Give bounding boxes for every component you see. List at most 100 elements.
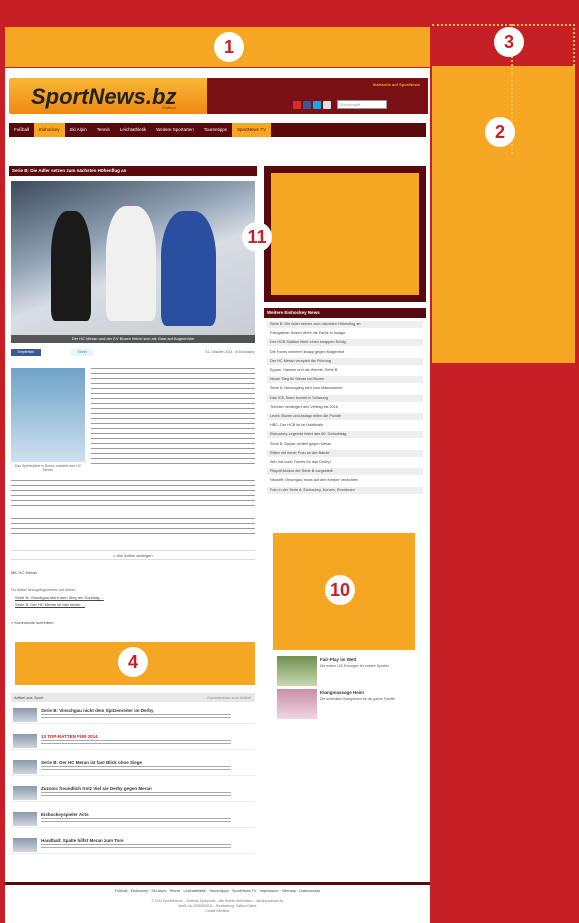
related-snippet bbox=[41, 844, 231, 849]
article-title-bar: Serie B: Die Adler setzen zum nächsten H… bbox=[9, 166, 257, 176]
share-row: Empfehlen Tweet 31. Oktober 2014 · Ill E… bbox=[11, 349, 255, 357]
news-ticker-item[interactable]: Das ICE-Team kommt in Schwung bbox=[267, 394, 423, 402]
twitter-icon[interactable] bbox=[313, 101, 321, 109]
related-title[interactable]: Eishockeyspieler Acts bbox=[41, 812, 89, 817]
facebook-like-button[interactable]: Empfehlen bbox=[11, 349, 41, 356]
startseite-link[interactable]: Startseite auf SportNews bbox=[373, 82, 420, 87]
related-title[interactable]: Zuzonic freundlich trotz Viel sie Derby … bbox=[41, 786, 152, 791]
related-article-item[interactable]: Eishockeyspieler Acts bbox=[11, 810, 255, 828]
related-link-2[interactable]: Serie B: Der HC Meran ist fast sicher ..… bbox=[15, 602, 85, 607]
nav-item-sportnews-tv[interactable]: SportNews TV bbox=[232, 123, 271, 137]
article-body-text-3 bbox=[11, 518, 255, 538]
footer-navigation[interactable]: Fußball · Eishockey · Ski Alpin · Tennis… bbox=[5, 889, 430, 893]
article-date: 31. Oktober 2014 · Ill Eishockey bbox=[205, 350, 255, 354]
related-thumb bbox=[13, 760, 37, 774]
related-link-1[interactable]: Serie B: Vinschgau steht dem Sieg am Son… bbox=[15, 595, 104, 600]
sidebar-rectangle-ad-zone bbox=[271, 173, 419, 295]
site-logo[interactable]: SportNews.bz bbox=[31, 84, 176, 110]
marker-11: 11 bbox=[242, 222, 272, 252]
nav-item-eishockey[interactable]: Eishockey bbox=[34, 123, 65, 137]
nav-item-ski-alpin[interactable]: Ski Alpin bbox=[65, 123, 92, 137]
related-article-item[interactable]: Zuzonic freundlich trotz Viel sie Derby … bbox=[11, 784, 255, 802]
related-snippet bbox=[41, 766, 231, 771]
search-input[interactable]: Suchbegriff... bbox=[337, 100, 387, 109]
mail-icon[interactable] bbox=[323, 101, 331, 109]
related-snippet bbox=[41, 714, 231, 719]
related-title[interactable]: Serie B: Der HC Meran ist fast Blick ohn… bbox=[41, 760, 142, 765]
nav-item-fussball[interactable]: Fußball bbox=[9, 123, 34, 137]
referee-figure bbox=[51, 211, 91, 321]
social-icons bbox=[293, 101, 331, 109]
marker-10: 10 bbox=[325, 575, 355, 605]
sidebar-news-title[interactable]: Fair-Play im Wett bbox=[320, 657, 356, 662]
news-ticker-item[interactable]: Leoni: Bozen und Asiago teilen die Punkt… bbox=[267, 413, 423, 420]
nav-item-weitere-sportarten[interactable]: Weitere Sportarten bbox=[151, 123, 199, 137]
nav-item-leichtathletik[interactable]: Leichtathletik bbox=[115, 123, 151, 137]
news-ticker-item[interactable]: Wer hat noch Tickets für das Derby? bbox=[267, 459, 423, 466]
right-skyscraper-ad-zone bbox=[432, 66, 575, 363]
more-articles-link[interactable]: » Alle Artikel anzeigen bbox=[11, 550, 255, 560]
sidebar-news-item[interactable]: Fair-Play im Wett Die ersten 100 Ehrunge… bbox=[277, 656, 419, 688]
tweet-button[interactable]: Tweet bbox=[71, 349, 93, 356]
news-ticker-item[interactable]: Der HC Meran verspielt die Führung bbox=[267, 357, 423, 365]
marker-3: 3 bbox=[494, 27, 524, 57]
related-article-item[interactable]: Handball: Spalte hilfst Meran zum Tore bbox=[11, 836, 255, 854]
related-articles-bar: Artikel aus Sport Kommentare zum Artikel bbox=[11, 693, 255, 702]
related-snippet bbox=[41, 818, 231, 823]
news-ticker-item[interactable]: Neustift: Vinschgau muss auf den Keeper … bbox=[267, 477, 423, 484]
nav-item-tourentipps[interactable]: Tourentipps bbox=[199, 123, 232, 137]
news-ticker-item[interactable]: Der HCB Südtirol feiert einen knappen Er… bbox=[267, 339, 423, 347]
sidebar-news-thumb bbox=[277, 689, 317, 719]
comments-link[interactable]: » Kommentar schreiben bbox=[11, 620, 53, 625]
news-ticker-item[interactable]: Serie B: Eppan verliert gegen Meran bbox=[267, 441, 423, 448]
news-ticker-item[interactable]: Foto in der Serie A: Eishockey, Kurven, … bbox=[267, 486, 423, 494]
news-ticker-item[interactable]: Eishockey-Legende feiert den 60. Geburts… bbox=[267, 431, 423, 439]
news-ticker-item[interactable]: Ritten mit neuer Frau an der Bande bbox=[267, 449, 423, 457]
logo-block[interactable]: SportNews.bz Südtirol bbox=[9, 78, 207, 114]
marker-2: 2 bbox=[485, 117, 515, 147]
related-snippet bbox=[41, 792, 231, 797]
sidebar-news-thumb bbox=[277, 656, 317, 686]
player-white-figure bbox=[106, 206, 156, 321]
header-right-panel: Startseite auf SportNews Suchbegriff... bbox=[207, 78, 428, 114]
related-articles-right[interactable]: Kommentare zum Artikel bbox=[207, 693, 251, 702]
related-title[interactable]: Handball: Spalte hilfst Meran zum Tore bbox=[41, 838, 124, 843]
news-ticker-item[interactable]: Playoff-Modus der Serie B vorgestellt bbox=[267, 468, 423, 476]
site-page: SportNews.bz Südtirol Startseite auf Spo… bbox=[5, 68, 430, 923]
footer-copyright: © 2014 SportNews.bz – Südtirols Sportpor… bbox=[5, 899, 430, 914]
related-thumb bbox=[13, 812, 37, 826]
article-body-text-2 bbox=[11, 480, 255, 508]
news-ticker-item[interactable]: Neuer Sieg für Meran bei Bozen bbox=[267, 376, 423, 384]
related-article-item[interactable]: 13 TOP-RATTEN FÜR 2014 bbox=[11, 732, 255, 750]
news-ticker-item[interactable]: Eppan, Hannes und die Wende: Serie B bbox=[267, 367, 423, 374]
site-footer: Fußball · Eishockey · Ski Alpin · Tennis… bbox=[5, 882, 430, 923]
facebook-icon[interactable] bbox=[303, 101, 311, 109]
player-blue-figure bbox=[161, 211, 216, 326]
related-article-item[interactable]: Serie B: Vinschgau nicht dem Spitzenreit… bbox=[11, 706, 255, 724]
news-ticker-item[interactable]: Die Foxes verlieren knapp gegen Klagenfu… bbox=[267, 349, 423, 356]
news-ticker-item[interactable]: Torhüter verlängert den Vertrag bis 2016 bbox=[267, 404, 423, 411]
news-ticker-item[interactable]: HBC: Der HCB ist im Halbfinale bbox=[267, 422, 423, 429]
news-ticker-item[interactable]: Fotogalerie: Bozen dreht die Partie in A… bbox=[267, 330, 423, 337]
footer-copy-line-3[interactable]: Cookie-Richtlinie bbox=[5, 909, 430, 914]
marker-1: 1 bbox=[214, 32, 244, 62]
news-ticker-item[interactable]: Serie A: Neuzugang wird zum Matchwinner bbox=[267, 385, 423, 392]
sidebar-rectangle-ad-frame bbox=[264, 166, 426, 302]
related-thumb bbox=[13, 786, 37, 800]
nav-item-tennis[interactable]: Tennis bbox=[92, 123, 115, 137]
rss-icon[interactable] bbox=[293, 101, 301, 109]
article-inline-photo[interactable] bbox=[11, 368, 85, 462]
news-ticker-item[interactable]: Serie B: Die Adler setzen zum nächsten H… bbox=[267, 321, 423, 328]
related-snippet bbox=[41, 740, 231, 745]
sidebar-news-text: Die schönsten Klangreisen für die ganze … bbox=[320, 697, 396, 701]
sidebar-news-title[interactable]: Klangmassage Heim bbox=[320, 690, 364, 695]
related-thumb bbox=[13, 708, 37, 722]
related-title[interactable]: Serie B: Vinschgau nicht dem Spitzenreit… bbox=[41, 708, 153, 713]
photo-caption: Der HC Meran und der EV Bozen feiern sic… bbox=[11, 335, 255, 343]
article-hero-photo[interactable] bbox=[11, 181, 255, 343]
related-title[interactable]: 13 TOP-RATTEN FÜR 2014 bbox=[41, 734, 98, 739]
inline-photo-caption: Das Spielerjubel in Bozen erwartet den H… bbox=[14, 464, 82, 472]
news-ticker-title: Weitere Eishockey News bbox=[264, 308, 426, 318]
sidebar-news-item[interactable]: Klangmassage Heim Die schönsten Klangrei… bbox=[277, 689, 419, 721]
related-article-item[interactable]: Serie B: Der HC Meran ist fast Blick ohn… bbox=[11, 758, 255, 776]
